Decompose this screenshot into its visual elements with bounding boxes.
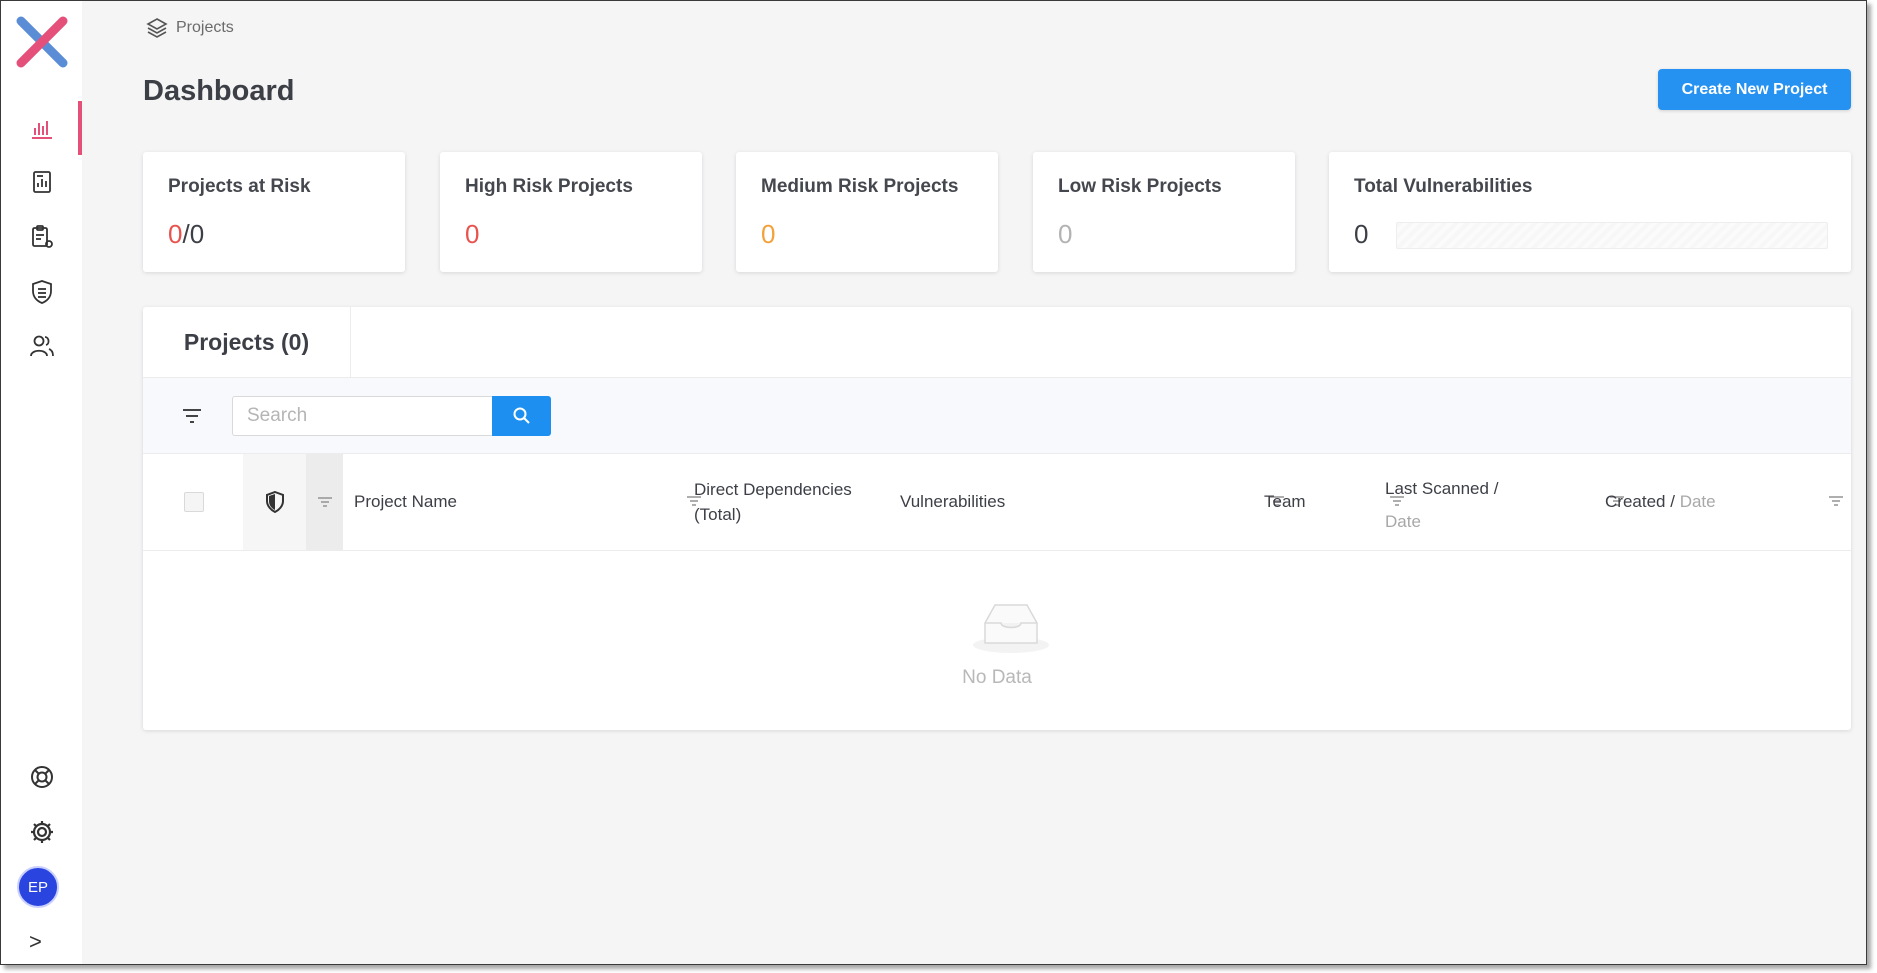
- card-value: 0: [1354, 219, 1369, 249]
- risk-column-header[interactable]: [243, 454, 306, 550]
- card-value: 0: [1058, 219, 1073, 249]
- shield-icon: [31, 280, 52, 304]
- card-total-vulnerabilities: Total Vulnerabilities 0: [1329, 152, 1851, 272]
- card-title: Medium Risk Projects: [761, 176, 959, 197]
- card-low-risk: Low Risk Projects 0: [1033, 152, 1295, 272]
- select-all-checkbox[interactable]: [184, 492, 204, 512]
- filter-icon[interactable]: [180, 404, 204, 428]
- card-title: Total Vulnerabilities: [1354, 176, 1533, 197]
- column-team[interactable]: Team: [1264, 489, 1306, 514]
- gear-icon: [30, 821, 53, 843]
- user-avatar[interactable]: EP: [17, 866, 59, 908]
- expand-sidebar-icon[interactable]: >: [29, 929, 42, 955]
- column-project-name[interactable]: Project Name: [354, 489, 457, 514]
- column-label-line: Date: [1385, 512, 1421, 531]
- column-direct-dependencies[interactable]: Direct Dependencies (Total): [694, 477, 852, 527]
- column-label-line: (Total): [694, 505, 742, 524]
- search-input[interactable]: [232, 396, 493, 436]
- sidebar-item-reports[interactable]: [1, 155, 82, 209]
- bar-chart-icon: [31, 121, 52, 139]
- empty-state: No Data: [143, 552, 1851, 730]
- app-window: EP > Projects Dashboard Create New Proje…: [0, 0, 1867, 965]
- vulnerability-distribution-bar: [1396, 222, 1828, 249]
- table-header: Project Name Direct Dependencies (Total)…: [143, 454, 1851, 551]
- card-medium-risk: Medium Risk Projects 0: [736, 152, 998, 272]
- card-high-risk: High Risk Projects 0: [440, 152, 702, 272]
- column-label-line: Direct Dependencies: [694, 480, 852, 499]
- card-projects-at-risk: Projects at Risk 0/0: [143, 152, 405, 272]
- sidebar-item-security[interactable]: [1, 265, 82, 319]
- page-title: Dashboard: [143, 75, 295, 107]
- empty-inbox-icon: [973, 604, 1049, 653]
- tab-projects[interactable]: Projects (0): [143, 307, 351, 377]
- create-new-project-button[interactable]: Create New Project: [1658, 69, 1851, 110]
- layers-icon: [146, 18, 168, 38]
- value-separator: /: [182, 219, 190, 249]
- sidebar-item-users[interactable]: [1, 319, 82, 373]
- report-icon: [32, 171, 51, 193]
- search-button[interactable]: [492, 396, 551, 436]
- total-count: 0: [189, 219, 205, 249]
- card-value: 0/0: [168, 219, 204, 250]
- sidebar: EP >: [1, 1, 82, 964]
- column-filter-icon: [317, 497, 332, 507]
- empty-state-text: No Data: [962, 667, 1032, 688]
- card-title: High Risk Projects: [465, 176, 633, 197]
- breadcrumb-projects-link[interactable]: Projects: [176, 19, 234, 37]
- card-title: Low Risk Projects: [1058, 176, 1222, 197]
- column-label-line: Last Scanned /: [1385, 479, 1499, 498]
- users-icon: [29, 335, 54, 357]
- sidebar-item-help[interactable]: [1, 750, 82, 804]
- clipboard-settings-icon: [31, 225, 53, 248]
- sidebar-item-settings[interactable]: [1, 805, 82, 859]
- app-logo[interactable]: [13, 13, 71, 71]
- at-risk-count: 0: [168, 219, 183, 249]
- card-value: 0: [761, 219, 776, 249]
- column-last-scanned[interactable]: Last Scanned / Date: [1385, 472, 1498, 538]
- risk-shield-icon: [265, 491, 284, 513]
- risk-filter-column[interactable]: [306, 454, 343, 550]
- breadcrumb: Projects: [146, 17, 234, 39]
- column-created[interactable]: Created / Date: [1605, 489, 1716, 514]
- column-vulnerabilities[interactable]: Vulnerabilities: [900, 489, 1005, 514]
- created-filter-icon[interactable]: [1827, 492, 1845, 510]
- card-value: 0: [465, 219, 480, 249]
- projects-panel: Projects (0) Search Project Name Direct …: [143, 307, 1851, 730]
- lifebuoy-icon: [30, 766, 53, 788]
- card-title: Projects at Risk: [168, 176, 311, 197]
- table-toolbar: [143, 378, 1851, 454]
- sidebar-item-policies[interactable]: [1, 210, 82, 264]
- search-icon: [513, 407, 530, 424]
- sidebar-item-dashboard[interactable]: [1, 101, 82, 155]
